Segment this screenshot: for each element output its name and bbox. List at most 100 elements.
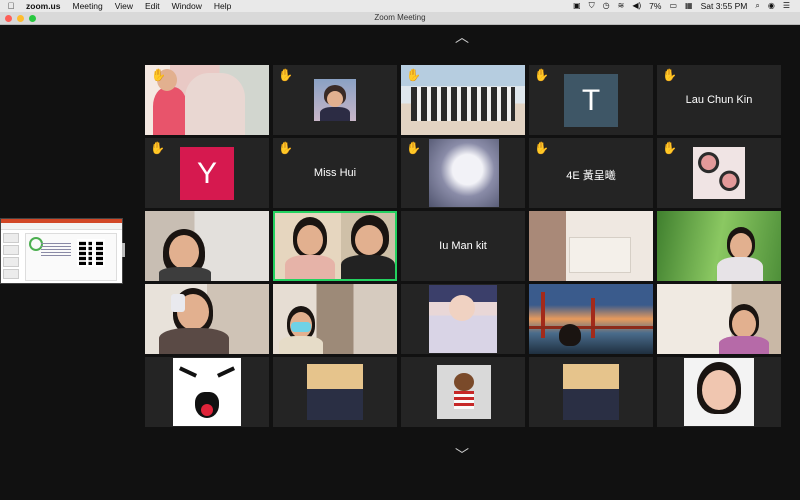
- raised-hand-icon: ✋: [278, 141, 293, 155]
- participant-tile-cat-photo[interactable]: ✋: [401, 138, 525, 208]
- menu-meeting[interactable]: Meeting: [66, 0, 108, 12]
- participant-tile-iu-man-kit[interactable]: Iu Man kit: [401, 211, 525, 281]
- raised-hand-icon: ✋: [151, 68, 166, 82]
- participant-name: 4E 黃呈曦: [566, 170, 616, 182]
- participant-tile-video[interactable]: [273, 284, 397, 354]
- qr-code-image: [77, 239, 105, 267]
- minimize-window-button[interactable]: [17, 15, 24, 22]
- profile-photo: [429, 285, 497, 353]
- gallery-view: ︿ ✋ ✋ ✋ ✋ T ✋ Lau Chun Kin ✋ Y ✋ Miss Hu…: [0, 25, 800, 500]
- zoom-window-button[interactable]: [29, 15, 36, 22]
- participant-tile-4e[interactable]: ✋ 4E 黃呈曦: [529, 138, 653, 208]
- clock[interactable]: Sat 3:55 PM: [697, 0, 752, 12]
- shield-icon[interactable]: ⛉: [585, 0, 599, 12]
- profile-photo: [173, 358, 241, 426]
- profile-photo: [684, 358, 754, 426]
- volume-icon[interactable]: ◀): [628, 0, 645, 12]
- control-center-icon[interactable]: ☰: [779, 0, 794, 12]
- profile-photo: [429, 139, 499, 207]
- time-machine-icon[interactable]: ◷: [599, 0, 614, 12]
- person-shape: [185, 73, 245, 135]
- chevron-up-icon[interactable]: ︿: [452, 30, 472, 44]
- slide-text: [41, 243, 71, 257]
- participant-tile-lau-chun-kin[interactable]: ✋ Lau Chun Kin: [657, 65, 781, 135]
- raised-hand-icon: ✋: [662, 68, 677, 82]
- face-mask: [291, 322, 311, 332]
- person-head: [297, 225, 323, 255]
- raised-hand-icon: ✋: [662, 141, 677, 155]
- person-shape: [159, 267, 211, 281]
- participant-tile-cartoon-face[interactable]: [145, 357, 269, 427]
- raised-hand-icon: ✋: [150, 141, 165, 155]
- shared-screen-thumbnail[interactable]: [0, 218, 125, 284]
- person-head: [730, 233, 752, 259]
- participant-name: Lau Chun Kin: [685, 94, 753, 106]
- chevron-down-icon[interactable]: ﹀: [452, 448, 472, 462]
- bridge-deck: [529, 326, 653, 329]
- participant-name: Iu Man kit: [439, 240, 487, 252]
- app-toolbar: [1, 223, 122, 230]
- bridge-tower: [541, 292, 545, 338]
- participant-tile-background-bridge[interactable]: [529, 284, 653, 354]
- participant-tile-cat-suit[interactable]: [273, 357, 397, 427]
- apple-icon[interactable]: : [0, 0, 22, 12]
- app-menu[interactable]: zoom.us: [22, 0, 66, 12]
- raised-hand-icon: ✋: [534, 141, 549, 155]
- participant-tile-cat-suit[interactable]: [529, 357, 653, 427]
- flag-icon[interactable]: ▦: [681, 0, 697, 12]
- menu-view[interactable]: View: [109, 0, 139, 12]
- participant-tile-video[interactable]: [657, 211, 781, 281]
- raised-hand-icon: ✋: [534, 68, 549, 82]
- participant-tile-video[interactable]: ✋: [145, 65, 269, 135]
- profile-photo: [314, 79, 356, 121]
- participant-tile-video[interactable]: [657, 284, 781, 354]
- menu-help[interactable]: Help: [208, 0, 237, 12]
- participant-tile-anime-photo[interactable]: [401, 284, 525, 354]
- slide-panel: [3, 231, 21, 281]
- menu-window[interactable]: Window: [166, 0, 208, 12]
- profile-photo: [437, 365, 491, 419]
- raised-hand-icon: ✋: [406, 68, 421, 82]
- user-icon[interactable]: ◉: [764, 0, 779, 12]
- group-people: [411, 87, 515, 121]
- person-head: [169, 235, 199, 269]
- room-cabinet: [569, 237, 631, 273]
- bridge-tower: [591, 298, 595, 338]
- avatar-letter-y: Y: [180, 147, 234, 200]
- search-icon[interactable]: ⌕: [751, 0, 763, 12]
- close-window-button[interactable]: [5, 15, 12, 22]
- wifi-icon[interactable]: ≋: [614, 0, 629, 12]
- resize-handle[interactable]: [122, 243, 125, 257]
- person-shape: [719, 336, 769, 354]
- participant-tile-figurine[interactable]: [401, 357, 525, 427]
- raised-hand-icon: ✋: [278, 68, 293, 82]
- person-head: [732, 310, 756, 338]
- participant-tile-portrait[interactable]: [657, 357, 781, 427]
- participant-tile-active-speaker[interactable]: [273, 211, 397, 281]
- person-shape: [717, 257, 763, 281]
- profile-photo: [563, 364, 619, 420]
- participant-tile-video[interactable]: [145, 211, 269, 281]
- participant-tile-photo[interactable]: ✋: [273, 65, 397, 135]
- status-area: ▣ ⛉ ◷ ≋ ◀) 7% ▭ ▦ Sat 3:55 PM ⌕ ◉ ☰: [569, 0, 800, 12]
- participant-tile-miss-hui[interactable]: ✋ Miss Hui: [273, 138, 397, 208]
- screen-share-icon[interactable]: ▣: [569, 0, 585, 12]
- person-head: [355, 225, 383, 255]
- participant-tile-avatar-y[interactable]: ✋ Y: [145, 138, 269, 208]
- participant-name: Miss Hui: [313, 167, 357, 179]
- phone-object: [171, 294, 185, 312]
- person-shape: [341, 255, 395, 279]
- participant-tile-video[interactable]: [145, 284, 269, 354]
- window-titlebar: Zoom Meeting: [0, 12, 800, 25]
- profile-photo: [693, 147, 745, 199]
- participant-tile-group-photo[interactable]: ✋: [401, 65, 525, 135]
- participant-tile-illustration[interactable]: ✋: [657, 138, 781, 208]
- participant-tile-video[interactable]: [529, 211, 653, 281]
- battery-percent: 7%: [649, 1, 662, 11]
- person-shape: [159, 328, 229, 354]
- person-shape: [153, 87, 187, 135]
- profile-photo: [307, 364, 363, 420]
- menu-edit[interactable]: Edit: [139, 0, 166, 12]
- participant-tile-avatar-t[interactable]: ✋ T: [529, 65, 653, 135]
- battery-icon[interactable]: ▭: [665, 0, 681, 12]
